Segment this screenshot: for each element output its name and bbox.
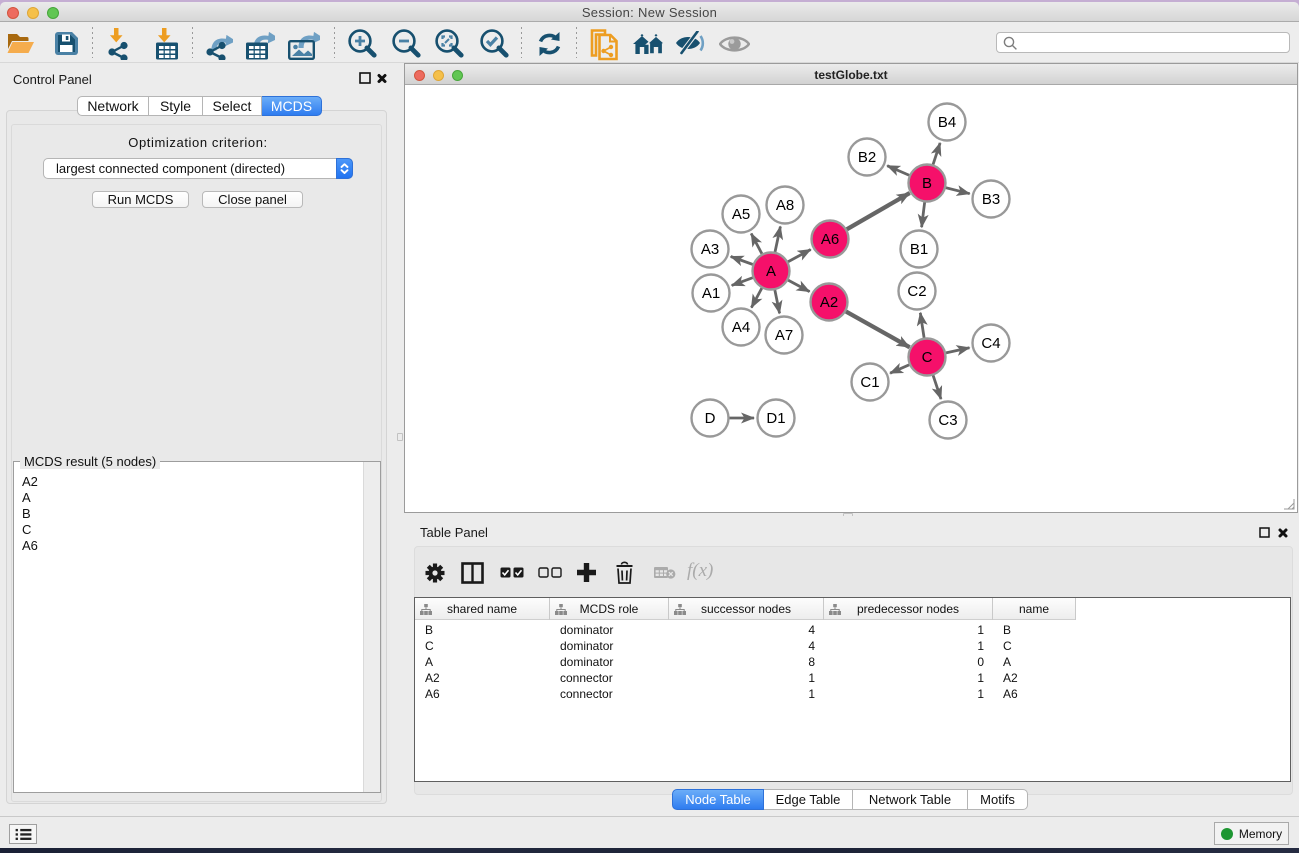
svg-text:A3: A3 <box>701 241 719 258</box>
svg-text:D: D <box>705 410 716 427</box>
svg-text:D1: D1 <box>766 410 785 427</box>
svg-text:B4: B4 <box>938 114 956 131</box>
svg-text:B3: B3 <box>982 191 1000 208</box>
svg-text:C4: C4 <box>981 335 1000 352</box>
svg-text:B2: B2 <box>858 149 876 166</box>
svg-text:A: A <box>766 263 776 280</box>
svg-text:C: C <box>922 349 933 366</box>
svg-text:A6: A6 <box>821 231 839 248</box>
svg-text:B1: B1 <box>910 241 928 258</box>
svg-text:A7: A7 <box>775 327 793 344</box>
svg-text:A5: A5 <box>732 206 750 223</box>
svg-text:B: B <box>922 175 932 192</box>
svg-text:A4: A4 <box>732 319 750 336</box>
svg-text:C3: C3 <box>938 412 957 429</box>
svg-text:A8: A8 <box>776 197 794 214</box>
svg-text:C1: C1 <box>860 374 879 391</box>
svg-text:A2: A2 <box>820 294 838 311</box>
svg-text:C2: C2 <box>907 283 926 300</box>
svg-text:A1: A1 <box>702 285 720 302</box>
